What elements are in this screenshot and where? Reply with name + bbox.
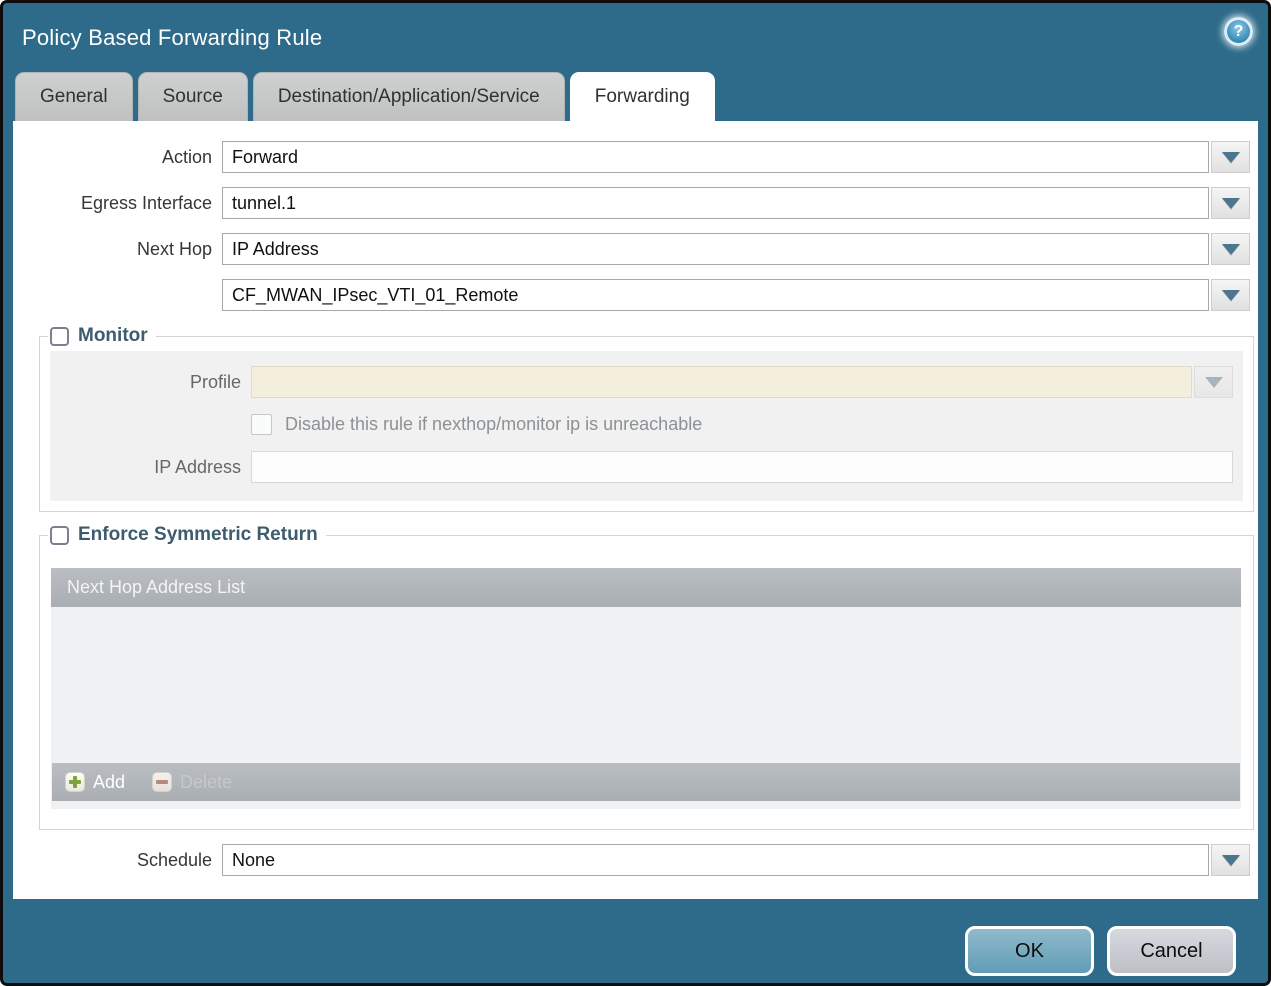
chevron-down-icon	[1221, 854, 1240, 866]
monitor-checkbox[interactable]	[50, 326, 69, 346]
disable-rule-label: Disable this rule if nexthop/monitor ip …	[285, 414, 703, 434]
tab-source[interactable]: Source	[137, 72, 248, 121]
add-button[interactable]: Add	[65, 772, 125, 793]
next-hop-type-dropdown-button[interactable]	[1211, 233, 1250, 265]
delete-button-label: Delete	[180, 771, 233, 792]
next-hop-address-row: CF_MWAN_IPsec_VTI_01_Remote	[13, 279, 1250, 311]
egress-interface-row: Egress Interface tunnel.1	[13, 187, 1250, 219]
profile-label: Profile	[189, 371, 241, 392]
enforce-symmetric-return-legend: Enforce Symmetric Return	[48, 524, 326, 546]
schedule-label: Schedule	[136, 849, 212, 870]
next-hop-row: Next Hop IP Address	[13, 233, 1250, 265]
action-row: Action Forward	[13, 141, 1250, 173]
delete-button: Delete	[152, 772, 232, 793]
monitor-legend: Monitor	[48, 325, 156, 347]
egress-interface-label: Egress Interface	[80, 192, 212, 213]
profile-row: Profile	[60, 366, 1233, 398]
dialog-titlebar: Policy Based Forwarding Rule ?	[3, 3, 1268, 72]
pbf-rule-dialog: Policy Based Forwarding Rule ? General S…	[0, 0, 1271, 986]
forwarding-tab-panel: Action Forward Egress Interface tunnel.1…	[13, 121, 1258, 899]
next-hop-label: Next Hop	[136, 238, 212, 259]
profile-dropdown-button	[1194, 366, 1233, 398]
next-hop-address-select[interactable]: CF_MWAN_IPsec_VTI_01_Remote	[222, 279, 1209, 311]
tab-destination-application-service[interactable]: Destination/Application/Service	[252, 72, 565, 121]
tab-forwarding[interactable]: Forwarding	[569, 72, 715, 121]
chevron-down-icon	[1221, 243, 1240, 255]
schedule-dropdown-button[interactable]	[1211, 844, 1250, 876]
dialog-footer: OK Cancel	[3, 899, 1268, 976]
chevron-down-icon	[1221, 289, 1240, 301]
tab-general[interactable]: General	[15, 72, 133, 121]
schedule-row: Schedule None	[13, 844, 1250, 876]
next-hop-type-select[interactable]: IP Address	[222, 233, 1209, 265]
plus-icon	[65, 772, 85, 792]
chevron-down-icon	[1221, 197, 1240, 209]
next-hop-address-dropdown-button[interactable]	[1211, 279, 1250, 311]
action-dropdown-button[interactable]	[1211, 141, 1250, 173]
chevron-down-icon	[1204, 376, 1223, 388]
monitor-ip-address-row: IP Address	[60, 451, 1233, 483]
action-label: Action	[161, 146, 212, 167]
cancel-button[interactable]: Cancel	[1107, 926, 1236, 976]
next-hop-address-list-toolbar: Add Delete	[52, 763, 1240, 801]
egress-interface-select[interactable]: tunnel.1	[222, 187, 1209, 219]
tab-bar: General Source Destination/Application/S…	[3, 72, 1268, 121]
monitor-panel: Profile Disable this rule if nexthop/mon…	[50, 351, 1243, 501]
schedule-select[interactable]: None	[222, 844, 1209, 876]
enforce-symmetric-return-checkbox[interactable]	[50, 525, 69, 545]
monitor-ip-address-input	[251, 451, 1233, 483]
help-icon[interactable]: ?	[1224, 17, 1253, 46]
monitor-legend-label: Monitor	[78, 325, 148, 346]
enforce-symmetric-return-section: Enforce Symmetric Return Next Hop Addres…	[39, 524, 1254, 830]
chevron-down-icon	[1221, 151, 1240, 163]
disable-rule-row: Disable this rule if nexthop/monitor ip …	[251, 414, 1233, 435]
minus-icon	[152, 772, 173, 792]
dialog-title: Policy Based Forwarding Rule	[22, 24, 323, 50]
egress-interface-dropdown-button[interactable]	[1211, 187, 1250, 219]
next-hop-address-list-header: Next Hop Address List	[51, 568, 1241, 607]
next-hop-address-list-table: Next Hop Address List Add Delete	[51, 568, 1241, 809]
profile-select	[251, 366, 1192, 398]
disable-rule-checkbox	[251, 414, 272, 435]
next-hop-address-list-body	[51, 607, 1241, 763]
add-button-label: Add	[93, 771, 126, 792]
monitor-ip-address-label: IP Address	[154, 456, 241, 477]
ok-button[interactable]: OK	[965, 926, 1094, 976]
action-select[interactable]: Forward	[222, 141, 1209, 173]
enforce-symmetric-return-legend-label: Enforce Symmetric Return	[78, 524, 318, 545]
monitor-section: Monitor Profile Disable this rule if nex…	[39, 325, 1254, 512]
